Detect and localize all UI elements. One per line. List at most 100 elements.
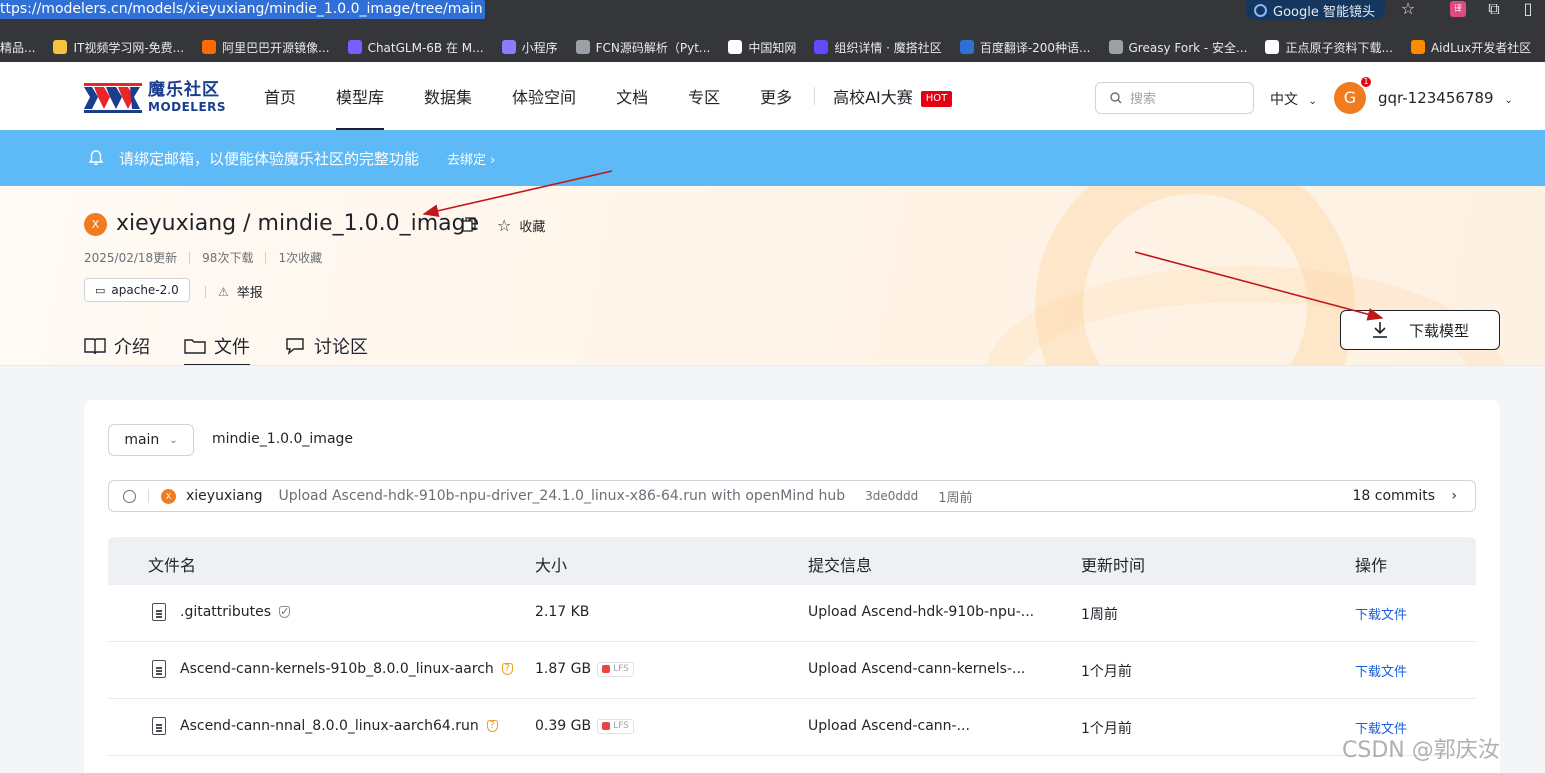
bookmark-item[interactable]: ChatGLM-6B 在 M... [347, 39, 484, 56]
chevron-right-icon[interactable]: › [1451, 488, 1457, 504]
branch-selector[interactable]: main ⌄ [108, 424, 194, 456]
bookmark-item[interactable]: 正点原子资料下载... [1265, 39, 1393, 56]
file-name[interactable]: .gitattributes [180, 604, 271, 620]
star-icon: ☆ [497, 216, 512, 235]
chevron-down-icon: ⌄ [1504, 95, 1513, 106]
copy-icon[interactable] [462, 217, 476, 232]
bookmark-label: 中国知网 [748, 40, 797, 55]
nav-home[interactable]: 首页 [264, 62, 296, 130]
table-row[interactable]: Ascend-cann-nnal_8.0.0_linux-aarch64.run… [108, 699, 1476, 756]
language-selector[interactable]: 中文 ⌄ [1270, 89, 1317, 109]
chevron-down-icon: ⌄ [1308, 96, 1317, 107]
main-nav: 首页 模型库 数据集 体验空间 文档 专区 更多 高校AI大赛 HOT [264, 62, 953, 130]
user-menu[interactable]: gqr-123456789 ⌄ [1378, 89, 1513, 107]
commit-message-cell[interactable]: Upload Ascend-cann-... [808, 718, 970, 734]
meta-divider [205, 285, 206, 298]
table-row[interactable]: Ascend-cann-kernels-910b_8.0.0_linux-aar… [108, 642, 1476, 699]
bell-icon [88, 150, 104, 166]
sidebar-icon[interactable]: ▯ [1518, 0, 1538, 20]
search-box[interactable] [1095, 82, 1254, 114]
tab-discussion[interactable]: 讨论区 [284, 326, 368, 365]
commit-count[interactable]: 18 commits [1353, 488, 1435, 504]
clock-icon [123, 489, 136, 503]
lfs-badge: LFS [597, 661, 634, 677]
commit-hash[interactable]: 3de0ddd [865, 489, 918, 503]
column-header: 操作 [1355, 556, 1388, 575]
commit-message-cell[interactable]: Upload Ascend-hdk-910b-npu-... [808, 604, 1034, 620]
bookmark-favicon-icon [1265, 40, 1280, 54]
bookmark-item[interactable]: 小程序 [501, 39, 558, 56]
banner-text: 请绑定邮箱，以便能体验魔乐社区的完整功能 [119, 149, 420, 168]
bookmark-item[interactable]: 百度翻译-200种语... [959, 39, 1091, 56]
google-lens-chip[interactable]: Google 智能镜头 [1246, 0, 1385, 20]
license-tag[interactable]: ▭ apache-2.0 [84, 278, 190, 302]
file-name-cell[interactable]: .gitattributes ✓ [180, 604, 291, 620]
bookmark-item[interactable]: AidLux开发者社区 [1410, 39, 1531, 56]
url-text[interactable]: ttps://modelers.cn/models/xieyuxiang/min… [0, 0, 485, 19]
bookmark-label: 组织详情 · 魔搭社区 [834, 40, 942, 55]
nav-docs[interactable]: 文档 [616, 62, 648, 130]
favorite-button[interactable]: ☆ 收藏 [497, 216, 545, 235]
csdn-watermark: CSDN @郭庆汝 [1342, 738, 1500, 763]
bookmark-item[interactable]: 组织详情 · 魔搭社区 [814, 39, 942, 56]
bookmark-item[interactable]: Greasy Fork - 安全... [1108, 39, 1247, 56]
extensions-icon[interactable]: ⧉ [1484, 0, 1504, 20]
chevron-right-icon: › [490, 152, 496, 168]
tab-intro[interactable]: 介绍 [84, 326, 150, 365]
shield-check-icon: ✓ [279, 605, 291, 618]
download-model-button[interactable]: 下载模型 [1340, 310, 1500, 350]
star-bookmark-icon[interactable]: ☆ [1398, 0, 1418, 20]
bookmark-favicon-icon [53, 40, 68, 54]
bookmark-item[interactable]: IT视频学习网-免费... [53, 39, 184, 56]
nav-datasets[interactable]: 数据集 [424, 62, 472, 130]
file-name[interactable]: Ascend-cann-nnal_8.0.0_linux-aarch64.run [180, 718, 479, 734]
hot-badge: HOT [920, 90, 953, 107]
files-card: main ⌄ mindie_1.0.0_image X xieyuxiang U… [84, 400, 1500, 773]
warning-icon: ⚠ [218, 284, 229, 299]
file-name-cell[interactable]: Ascend-cann-nnal_8.0.0_linux-aarch64.run… [180, 718, 498, 734]
commit-message-cell[interactable]: Upload Ascend-cann-kernels-... [808, 661, 1025, 677]
last-commit-bar[interactable]: X xieyuxiang Upload Ascend-hdk-910b-npu-… [108, 480, 1476, 512]
table-row[interactable]: .gitattributes ✓ 2.17 KB Upload Ascend-h… [108, 585, 1476, 642]
bookmark-item[interactable]: FCN源码解析（Pyt... [575, 39, 710, 56]
bookmark-item[interactable]: 中国知网 [728, 39, 796, 56]
bookmark-favicon-icon [814, 40, 829, 54]
file-name-cell[interactable]: Ascend-cann-kernels-910b_8.0.0_linux-aar… [180, 661, 513, 677]
bookmark-favicon-icon [959, 40, 974, 54]
bookmark-item[interactable]: 阿里巴巴开源镜像... [202, 39, 330, 56]
download-file-link[interactable]: 下载文件 [1355, 604, 1407, 623]
report-button[interactable]: ⚠ 举报 [205, 282, 263, 301]
tab-files[interactable]: 文件 [184, 326, 250, 365]
bookmark-favicon-icon [575, 40, 590, 54]
file-size-cell: 1.87 GB LFS [535, 661, 634, 677]
repo-title: xieyuxiang / mindie_1.0.0_image [116, 211, 480, 236]
translate-extension-icon[interactable]: 译 [1450, 1, 1466, 17]
nav-ai-contest[interactable]: 高校AI大赛 HOT [833, 62, 953, 130]
user-avatar[interactable]: G [1334, 82, 1366, 114]
search-icon [1110, 92, 1122, 104]
meta-divider [265, 251, 267, 264]
nav-models[interactable]: 模型库 [336, 62, 385, 130]
bookmarks-bar: 精品... IT视频学习网-免费... 阿里巴巴开源镜像... ChatGLM-6B … [0, 32, 1545, 62]
bind-email-link[interactable]: 去绑定 › [447, 149, 495, 168]
file-size: 2.17 KB [535, 604, 590, 620]
nav-more[interactable]: 更多 [760, 62, 792, 130]
bookmark-label: ChatGLM-6B 在 M... [367, 40, 484, 55]
search-input[interactable] [1130, 90, 1240, 106]
repo-meta: 2025/02/18更新 98次下载 1次收藏 [84, 249, 322, 266]
file-name[interactable]: Ascend-cann-kernels-910b_8.0.0_linux-aar… [180, 661, 494, 677]
nav-spaces[interactable]: 体验空间 [512, 62, 576, 130]
current-path: mindie_1.0.0_image [212, 431, 354, 447]
bookmark-item[interactable]: 精品... [0, 39, 35, 56]
bookmark-label: 小程序 [521, 40, 558, 55]
download-file-link[interactable]: 下载文件 [1355, 661, 1407, 680]
commit-author-avatar: X [161, 488, 176, 504]
browser-address-bar[interactable]: ttps://modelers.cn/models/xieyuxiang/min… [0, 0, 1545, 32]
file-table-header: 文件名 大小 提交信息 更新时间 操作 [108, 537, 1476, 585]
commit-author[interactable]: xieyuxiang [186, 488, 262, 504]
download-model-label: 下载模型 [1408, 321, 1469, 340]
google-lens-icon [1254, 3, 1267, 17]
updated-date: 2025/02/18更新 [84, 251, 178, 265]
nav-zones[interactable]: 专区 [688, 62, 720, 130]
site-logo[interactable]: 魔乐社区 MODELERS [84, 82, 226, 113]
